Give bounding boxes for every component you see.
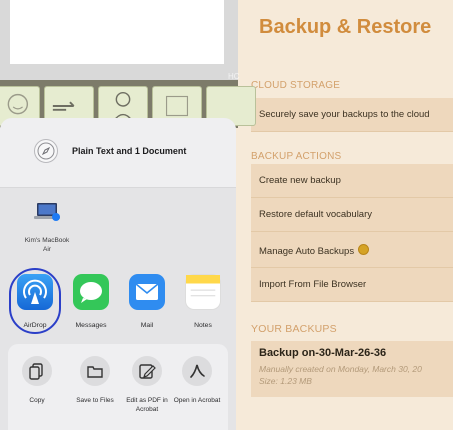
section-cloud-storage: CLOUD STORAGE <box>251 80 341 91</box>
save-to-files-button[interactable] <box>80 356 110 386</box>
messages-button[interactable] <box>73 274 109 310</box>
section-your-backups: YOUR BACKUPS <box>251 323 337 335</box>
share-sheet-title: Plain Text and 1 Document <box>72 146 187 156</box>
page-title: Backup & Restore <box>259 16 432 38</box>
backup-item[interactable]: Backup on-30-Mar-26-36 Manually created … <box>251 341 453 397</box>
create-backup-row[interactable]: Create new backup <box>251 164 453 198</box>
compass-icon <box>34 139 58 163</box>
premium-coin-icon <box>358 244 370 255</box>
backup-title: Backup on-30-Mar-26-36 <box>259 347 387 359</box>
notes-button[interactable] <box>185 274 221 310</box>
airdrop-device[interactable]: Kim's MacBook Air <box>24 200 70 262</box>
mail-button[interactable] <box>129 274 165 310</box>
open-in-acrobat-label: Open in Acrobat <box>173 397 221 404</box>
laptop-icon <box>34 203 60 221</box>
messages-label: Messages <box>75 322 107 329</box>
board-blank-area <box>10 0 224 64</box>
edit-pdf-icon <box>139 364 156 379</box>
notes-label: Notes <box>194 322 212 329</box>
manage-auto-backups-row[interactable]: Manage Auto Backups <box>251 232 453 268</box>
acrobat-icon <box>190 364 205 378</box>
cloud-storage-label: Securely save your backups to the cloud <box>259 109 430 120</box>
manage-auto-backups-wrap: Manage Auto Backups <box>259 244 370 257</box>
manage-auto-backups-label: Manage Auto Backups <box>259 246 355 257</box>
airdrop-label: AirDrop <box>23 322 47 329</box>
open-in-acrobat-button[interactable] <box>182 356 212 386</box>
backup-created: Manually created on Monday, March 30, 20 <box>259 364 422 374</box>
import-file-row[interactable]: Import From File Browser <box>251 268 453 302</box>
cloud-storage-row[interactable]: Securely save your backups to the cloud <box>251 98 453 132</box>
create-backup-label: Create new backup <box>259 175 341 186</box>
mail-label: Mail <box>140 322 154 329</box>
restore-default-row[interactable]: Restore default vocabulary <box>251 198 453 232</box>
copy-button[interactable] <box>22 356 52 386</box>
board-hint: HC <box>228 72 240 81</box>
folder-icon <box>87 366 103 378</box>
envelope-icon <box>135 283 159 300</box>
section-backup-actions: BACKUP ACTIONS <box>251 151 342 162</box>
copy-label: Copy <box>29 397 45 404</box>
share-sheet: Plain Text and 1 Document Kim's MacBook … <box>0 118 236 430</box>
communication-board: HC <box>0 0 256 128</box>
restore-default-label: Restore default vocabulary <box>259 209 373 220</box>
device-name: Kim's MacBook Air <box>24 237 70 253</box>
backup-size: Size: 1.23 MB <box>259 376 312 386</box>
notes-icon <box>186 275 220 297</box>
import-file-label: Import From File Browser <box>259 279 367 290</box>
edit-pdf-acrobat-label: Edit as PDF in Acrobat <box>126 397 168 413</box>
copy-icon <box>29 363 43 380</box>
message-bubble-icon <box>80 282 102 303</box>
save-to-files-label: Save to Files <box>76 397 114 404</box>
share-sheet-header: Plain Text and 1 Document <box>0 118 236 188</box>
edit-pdf-acrobat-button[interactable] <box>132 356 162 386</box>
